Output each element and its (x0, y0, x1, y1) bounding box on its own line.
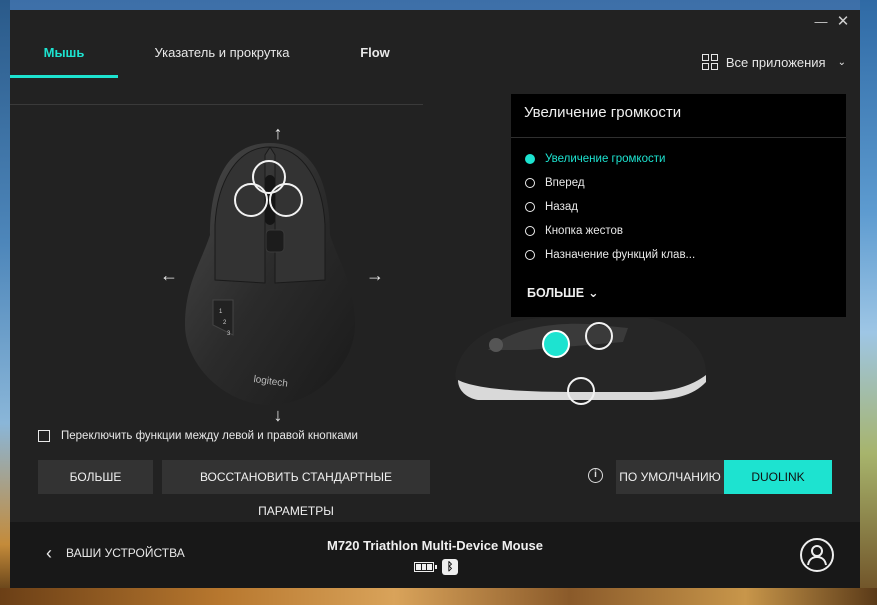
radio-selected-icon (525, 154, 535, 164)
tab-pointer-scroll-label: Указатель и прокрутка (154, 45, 290, 60)
user-profile-icon[interactable] (800, 538, 834, 572)
option-keystroke-assignment[interactable]: Назначение функций клав... (525, 245, 695, 265)
mouse-top-view: 1 2 3 logitech ↑ ↓ ← → (160, 115, 384, 426)
desktop-background-left (0, 0, 10, 605)
grid-icon (701, 54, 718, 70)
close-button[interactable]: ✕ (834, 13, 852, 31)
arrow-up-icon[interactable]: ↑ (268, 123, 288, 144)
default-mode-button[interactable]: ПО УМОЛЧАНИЮ (616, 460, 724, 494)
title-bar: — ✕ (10, 10, 860, 34)
action-dropdown-panel: Увеличение громкости Увеличение громкост… (511, 94, 846, 317)
option-label: Назад (545, 201, 578, 213)
duolink-mode-button[interactable]: DUOLINK (724, 460, 832, 494)
tab-mouse-label: Мышь (43, 45, 85, 60)
more-button[interactable]: БОЛЬШЕ (38, 460, 153, 494)
device-name: M720 Triathlon Multi-Device Mouse (327, 538, 543, 553)
chevron-down-icon: ⌄ (588, 286, 599, 300)
radio-icon (525, 178, 535, 188)
mouse-side-view (448, 310, 708, 410)
swap-buttons-label: Переключить функции между левой и правой… (61, 430, 358, 442)
option-label: Кнопка жестов (545, 225, 624, 237)
scroll-right-tilt-hotspot[interactable] (269, 183, 303, 217)
panel-title: Увеличение громкости (524, 104, 682, 121)
swap-buttons-checkbox[interactable]: Переключить функции между левой и правой… (38, 430, 358, 442)
option-volume-up[interactable]: Увеличение громкости (525, 149, 665, 169)
arrow-right-icon[interactable]: → (365, 265, 385, 286)
restore-defaults-button[interactable]: ВОССТАНОВИТЬ СТАНДАРТНЫЕ ПАРАМЕТРЫ (162, 460, 430, 518)
tab-bar: Мышь Указатель и прокрутка Flow (10, 38, 423, 105)
option-back[interactable]: Назад (525, 197, 578, 217)
chevron-down-icon: ⌄ (837, 56, 846, 68)
battery-icon (414, 562, 437, 572)
footer-bar: ‹ ВАШИ УСТРОЙСТВА M720 Triathlon Multi-D… (10, 522, 860, 588)
desktop-background-right (860, 0, 877, 605)
scroll-left-tilt-hotspot[interactable] (234, 183, 268, 217)
info-icon[interactable]: i (588, 468, 603, 483)
apps-selector[interactable]: Все приложения ⌄ (701, 52, 846, 72)
option-forward[interactable]: Вперед (525, 173, 585, 193)
option-gesture-button[interactable]: Кнопка жестов (525, 221, 623, 241)
app-window: — ✕ Мышь Указатель и прокрутка Flow Все … (10, 10, 860, 588)
device-status-icons: ᛒ (414, 559, 458, 575)
option-label: Вперед (545, 177, 585, 189)
option-label: Назначение функций клав... (545, 249, 696, 261)
forward-button-hotspot[interactable] (585, 322, 613, 350)
radio-icon (525, 250, 535, 260)
tab-flow[interactable]: Flow (340, 38, 410, 88)
arrow-left-icon[interactable]: ← (159, 265, 179, 286)
tab-mouse[interactable]: Мышь (10, 38, 118, 88)
panel-more-link[interactable]: БОЛЬШЕ ⌄ (527, 285, 599, 301)
user-silhouette-icon (807, 545, 827, 566)
tab-pointer-scroll[interactable]: Указатель и прокрутка (128, 38, 316, 88)
apps-selector-label: Все приложения (725, 54, 826, 70)
arrow-down-icon[interactable]: ↓ (268, 405, 288, 426)
radio-icon (525, 226, 535, 236)
thumb-button-hotspot[interactable] (567, 377, 595, 405)
bluetooth-icon: ᛒ (442, 559, 458, 575)
side-button-hotspot-selected[interactable] (542, 330, 570, 358)
panel-more-label: БОЛЬШЕ (527, 285, 585, 300)
minimize-button[interactable]: — (812, 13, 830, 31)
option-label: Увеличение громкости (545, 153, 666, 165)
tab-flow-label: Flow (360, 45, 390, 60)
checkbox-icon (38, 430, 50, 442)
active-tab-indicator (10, 75, 118, 78)
desktop-background-bottom (0, 588, 877, 605)
radio-icon (525, 202, 535, 212)
panel-divider (511, 137, 846, 138)
tabs-divider (10, 104, 423, 105)
